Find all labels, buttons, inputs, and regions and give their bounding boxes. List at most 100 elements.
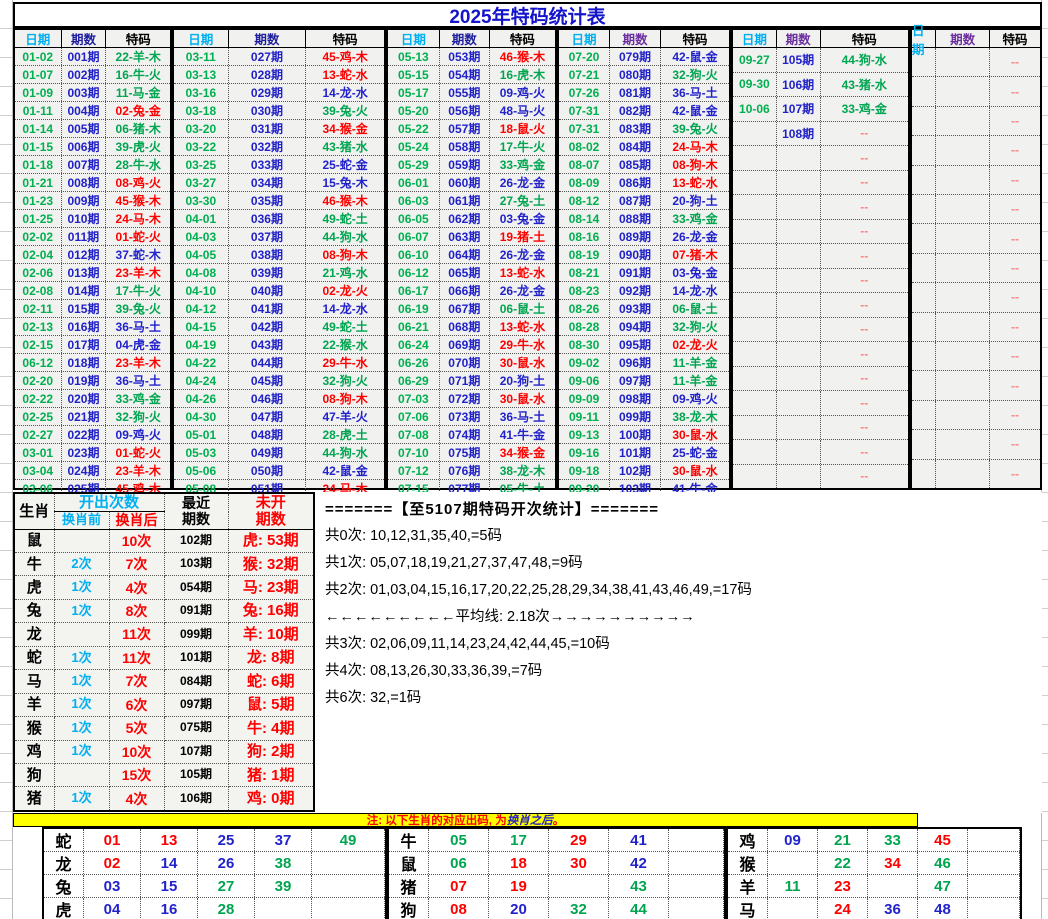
date-cell[interactable]: 03-01	[15, 444, 62, 461]
date-cell[interactable]: 09-27	[733, 48, 777, 72]
map-number-cell[interactable]: 29	[549, 829, 609, 851]
period-cell[interactable]	[936, 107, 990, 135]
special-code-cell[interactable]: 03-兔-金	[490, 210, 555, 227]
special-code-cell[interactable]: 38-龙-木	[661, 408, 729, 425]
after-change-cell[interactable]: 5次	[109, 717, 164, 740]
period-cell[interactable]	[777, 416, 821, 440]
missing-periods-cell[interactable]: 虎: 53期	[228, 529, 314, 552]
map-number-cell[interactable]: 02	[84, 852, 141, 874]
period-cell[interactable]: 067期	[440, 300, 490, 317]
period-cell[interactable]	[777, 146, 821, 170]
period-cell[interactable]	[936, 48, 990, 76]
period-cell[interactable]: 036期	[229, 210, 307, 227]
special-code-cell[interactable]: 42-鼠-金	[306, 462, 384, 479]
zodiac-cell[interactable]: 猪	[14, 787, 54, 811]
special-code-cell[interactable]: 30-鼠-水	[661, 462, 729, 479]
special-code-cell[interactable]: --	[990, 460, 1040, 488]
special-code-cell[interactable]: 14-龙-水	[306, 300, 384, 317]
missing-periods-cell[interactable]: 兔: 16期	[228, 599, 314, 622]
period-cell[interactable]	[936, 460, 990, 488]
date-cell[interactable]	[912, 342, 936, 370]
after-change-cell[interactable]: 4次	[109, 576, 164, 599]
date-cell[interactable]	[912, 283, 936, 311]
special-code-cell[interactable]: 26-龙-金	[490, 282, 555, 299]
special-code-cell[interactable]: 33-鸡-金	[821, 97, 909, 121]
date-cell[interactable]: 07-21	[559, 66, 610, 83]
period-cell[interactable]: 047期	[229, 408, 307, 425]
before-change-cell[interactable]	[54, 623, 109, 646]
map-number-cell[interactable]	[768, 898, 818, 919]
special-code-cell[interactable]: 23-羊-木	[106, 462, 170, 479]
recent-period-cell[interactable]: 097期	[164, 693, 228, 716]
recent-period-cell[interactable]: 102期	[164, 529, 228, 552]
recent-period-cell[interactable]: 075期	[164, 717, 228, 740]
header-date[interactable]: 日期	[15, 30, 62, 47]
map-zodiac-cell[interactable]: 虎	[44, 898, 84, 919]
date-cell[interactable]: 09-30	[733, 73, 777, 97]
special-code-cell[interactable]: --	[990, 313, 1040, 341]
date-cell[interactable]: 08-30	[559, 336, 610, 353]
period-cell[interactable]: 090期	[610, 246, 661, 263]
map-number-cell[interactable]: 33	[868, 829, 918, 851]
special-code-cell[interactable]: --	[990, 254, 1040, 282]
date-cell[interactable]: 04-10	[174, 282, 229, 299]
map-number-cell[interactable]	[868, 875, 918, 897]
period-cell[interactable]: 006期	[62, 138, 107, 155]
date-cell[interactable]: 04-01	[174, 210, 229, 227]
map-number-cell[interactable]: 30	[549, 852, 609, 874]
special-code-cell[interactable]: 11-羊-金	[661, 354, 729, 371]
map-number-cell[interactable]	[669, 898, 724, 919]
map-number-cell[interactable]: 08	[429, 898, 489, 919]
date-cell[interactable]: 05-24	[388, 138, 440, 155]
period-cell[interactable]: 082期	[610, 102, 661, 119]
special-code-cell[interactable]: 01-蛇-火	[106, 228, 170, 245]
period-cell[interactable]: 009期	[62, 192, 107, 209]
special-code-cell[interactable]: 02-兔-金	[106, 102, 170, 119]
special-code-cell[interactable]: 14-龙-水	[661, 282, 729, 299]
map-number-cell[interactable]: 11	[768, 875, 818, 897]
map-number-cell[interactable]: 39	[255, 875, 312, 897]
period-cell[interactable]: 059期	[440, 156, 490, 173]
map-number-cell[interactable]: 38	[255, 852, 312, 874]
recent-period-cell[interactable]: 103期	[164, 552, 228, 575]
period-cell[interactable]: 016期	[62, 318, 107, 335]
after-change-cell[interactable]: 11次	[109, 623, 164, 646]
special-code-cell[interactable]: 42-鼠-金	[661, 102, 729, 119]
date-cell[interactable]: 02-04	[15, 246, 62, 263]
period-cell[interactable]: 011期	[62, 228, 107, 245]
special-code-cell[interactable]: --	[821, 416, 909, 440]
special-code-cell[interactable]: 41-牛-金	[490, 426, 555, 443]
period-cell[interactable]: 022期	[62, 426, 107, 443]
special-code-cell[interactable]: 45-鸡-木	[306, 48, 384, 65]
map-number-cell[interactable]	[669, 829, 724, 851]
after-change-cell[interactable]: 8次	[109, 599, 164, 622]
date-cell[interactable]: 07-31	[559, 120, 610, 137]
map-number-cell[interactable]: 26	[198, 852, 255, 874]
header-period[interactable]: 期数	[936, 30, 990, 47]
period-cell[interactable]: 044期	[229, 354, 307, 371]
map-number-cell[interactable]: 06	[429, 852, 489, 874]
map-zodiac-cell[interactable]: 猪	[389, 875, 429, 897]
special-code-cell[interactable]: --	[821, 342, 909, 366]
period-cell[interactable]: 073期	[440, 408, 490, 425]
date-cell[interactable]: 07-26	[559, 84, 610, 101]
date-cell[interactable]	[733, 122, 777, 146]
period-cell[interactable]: 099期	[610, 408, 661, 425]
date-cell[interactable]: 03-30	[174, 192, 229, 209]
period-cell[interactable]: 043期	[229, 336, 307, 353]
missing-periods-cell[interactable]: 猴: 32期	[228, 552, 314, 575]
period-cell[interactable]: 004期	[62, 102, 107, 119]
period-cell[interactable]: 027期	[229, 48, 307, 65]
map-number-cell[interactable]	[312, 875, 385, 897]
date-cell[interactable]	[912, 430, 936, 458]
map-number-cell[interactable]	[669, 852, 724, 874]
missing-periods-cell[interactable]: 马: 23期	[228, 576, 314, 599]
date-cell[interactable]	[733, 146, 777, 170]
date-cell[interactable]: 09-18	[559, 462, 610, 479]
special-code-cell[interactable]: --	[990, 136, 1040, 164]
map-number-cell[interactable]: 37	[255, 829, 312, 851]
date-cell[interactable]	[733, 367, 777, 391]
period-cell[interactable]: 093期	[610, 300, 661, 317]
date-cell[interactable]: 09-11	[559, 408, 610, 425]
date-cell[interactable]: 02-11	[15, 300, 62, 317]
